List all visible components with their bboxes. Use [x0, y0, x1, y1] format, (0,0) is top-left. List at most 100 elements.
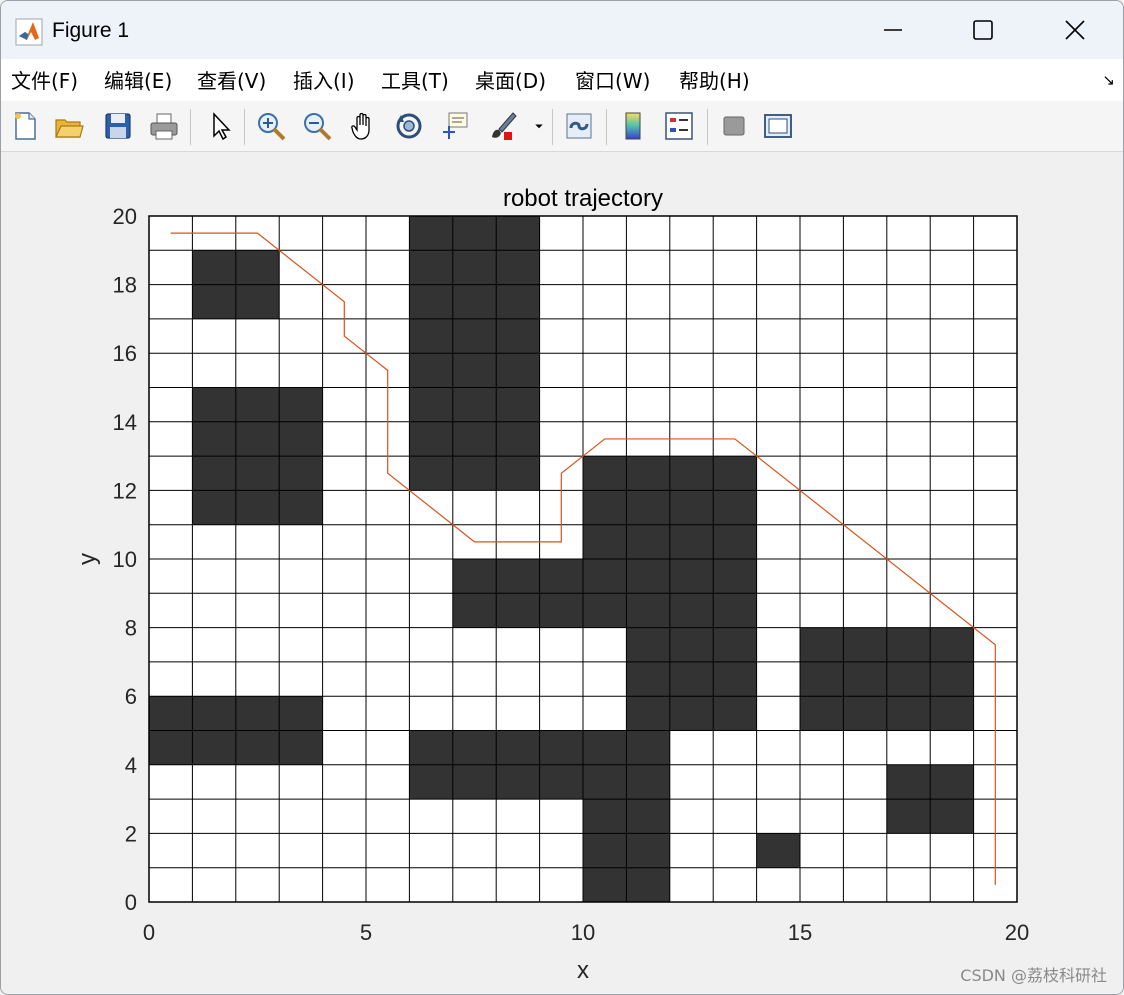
colorbar-icon [625, 112, 641, 140]
obstacle-cell [669, 627, 714, 662]
obstacle-cell [886, 696, 931, 731]
obstacle-cell [452, 764, 497, 800]
menu-bar: 文件(F) 编辑(E) 查看(V) 插入(I) 工具(T) 桌面(D) 窗口(W… [1, 59, 1123, 101]
toolbar-separator [606, 109, 607, 145]
brush-dropdown-button[interactable] [527, 107, 551, 145]
menu-view[interactable]: 查看(V) [197, 65, 266, 94]
brush-icon [492, 112, 517, 140]
matlab-logo-icon [15, 18, 43, 46]
brush-button[interactable] [485, 107, 521, 145]
obstacle-cell [409, 216, 453, 251]
legend-button[interactable] [661, 107, 697, 145]
link-plot-button[interactable] [561, 107, 597, 145]
obstacle-cell [626, 799, 670, 834]
obstacle-cell [409, 456, 453, 491]
y-tick-label: 14 [113, 410, 137, 435]
obstacle-cell [539, 730, 583, 765]
menu-insert[interactable]: 插入(I) [293, 65, 355, 94]
title-bar[interactable]: Figure 1 [1, 1, 1123, 59]
zoom-out-button[interactable] [299, 107, 335, 145]
zoom-in-button[interactable] [253, 107, 289, 145]
x-tick-label: 0 [143, 920, 155, 945]
y-tick-label: 12 [113, 478, 137, 503]
close-button[interactable] [1029, 5, 1121, 55]
obstacle-cell [279, 696, 323, 731]
obstacle-cell [496, 456, 540, 491]
menu-help[interactable]: 帮助(H) [679, 65, 750, 94]
obstacle-cell [496, 730, 540, 765]
obstacle-cell [409, 387, 453, 422]
obstacle-cell [149, 730, 193, 765]
obstacle-cell [192, 387, 236, 422]
y-tick-label: 4 [125, 753, 137, 778]
obstacle-cell [452, 387, 497, 422]
hide-plot-tools-icon [723, 116, 745, 136]
obstacle-cell [279, 730, 323, 765]
obstacle-cell [452, 353, 497, 388]
obstacle-cell [452, 216, 497, 251]
obstacle-cell [496, 284, 540, 319]
maximize-icon [973, 20, 993, 40]
minimize-button[interactable] [847, 5, 939, 55]
x-axis-label: x [577, 957, 589, 984]
obstacle-cell [626, 490, 670, 525]
obstacle-cell [713, 490, 757, 525]
obstacle-cell [496, 421, 540, 457]
obstacle-cell [843, 696, 887, 731]
robot-trajectory-plot[interactable]: 0 5 10 15 20 0 2 4 6 8 10 12 14 16 18 20 robot trajector… [1, 152, 1123, 994]
obstacle-cell [626, 867, 670, 902]
obstacle-cell [626, 764, 670, 800]
save-button[interactable] [100, 107, 136, 145]
obstacle-cell [409, 764, 453, 800]
maximize-button[interactable] [937, 5, 1029, 55]
obstacle-cell [713, 696, 757, 731]
rotate-3d-button[interactable] [391, 107, 427, 145]
show-plot-tools-button[interactable] [760, 107, 796, 145]
x-tick-label: 5 [360, 920, 372, 945]
obstacle-cell [886, 764, 931, 800]
print-icon [150, 113, 178, 140]
obstacle-cell [713, 524, 757, 559]
obstacle-cell [930, 696, 974, 731]
open-file-button[interactable] [51, 107, 87, 145]
new-figure-button[interactable] [7, 107, 43, 145]
obstacle-cell [149, 696, 193, 731]
menu-file[interactable]: 文件(F) [11, 65, 78, 94]
obstacle-cell [409, 318, 453, 354]
obstacle-cell [496, 593, 540, 628]
obstacle-cell [452, 593, 497, 628]
data-cursor-button[interactable] [437, 107, 473, 145]
obstacle-cell [496, 250, 540, 285]
y-tick-label: 10 [113, 547, 137, 572]
colorbar-button[interactable] [615, 107, 651, 145]
obstacle-cell [626, 730, 670, 765]
obstacle-cell [496, 387, 540, 422]
y-tick-label: 0 [125, 890, 137, 915]
menu-tools[interactable]: 工具(T) [381, 65, 449, 94]
obstacle-cell [800, 661, 844, 697]
hide-plot-tools-button[interactable] [716, 107, 752, 145]
pan-button[interactable] [346, 107, 382, 145]
obstacle-cell [626, 627, 670, 662]
obstacle-cell [235, 387, 280, 422]
obstacle-cell [669, 490, 714, 525]
obstacle-cell [713, 661, 757, 697]
obstacle-cell [583, 730, 627, 765]
obstacle-cell [192, 421, 236, 457]
y-tick-label: 6 [125, 684, 137, 709]
edit-plot-button[interactable] [202, 107, 238, 145]
menu-desktop[interactable]: 桌面(D) [475, 65, 546, 94]
zoom-in-icon [258, 113, 286, 141]
obstacle-cell [452, 284, 497, 319]
menu-window[interactable]: 窗口(W) [575, 65, 650, 94]
new-figure-icon [15, 112, 36, 140]
obstacle-cell [583, 799, 627, 834]
obstacle-cell [496, 764, 540, 800]
brush-dropdown-icon [535, 124, 543, 129]
y-tick-label: 20 [113, 204, 137, 229]
menu-edit[interactable]: 编辑(E) [104, 65, 172, 94]
obstacle-cell [713, 456, 757, 491]
obstacle-cell [800, 696, 844, 731]
undock-arrow-icon[interactable]: ↘ [1102, 71, 1115, 89]
print-button[interactable] [146, 107, 182, 145]
